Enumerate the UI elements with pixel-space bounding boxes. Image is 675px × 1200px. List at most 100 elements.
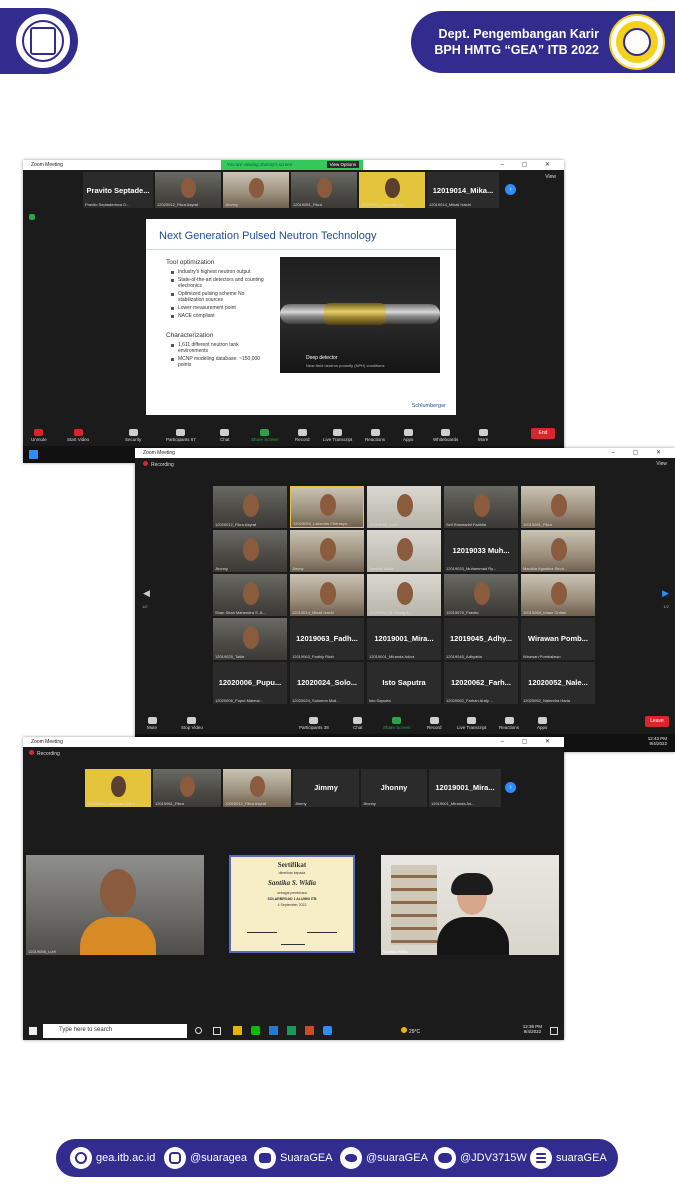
participant-tile[interactable]: Maulida Agustina Siroh... [521, 530, 595, 572]
participant-tile[interactable]: 12020012_Fikra Asyraf [223, 769, 291, 807]
footer-instagram[interactable]: @suaragea [164, 1147, 247, 1169]
participant-big-name: 12019001_Mira... [435, 783, 495, 793]
participant-name: 12020054_Laksmita Ch... [361, 202, 407, 207]
reactions-button[interactable]: Reactions [365, 429, 385, 442]
participant-tile[interactable]: 12019079_Pravito [444, 574, 518, 616]
participant-tile[interactable]: 12020012_Fikra Asyraf [155, 172, 221, 208]
footer-youtube[interactable]: SuaraGEA [254, 1147, 333, 1169]
participant-tile[interactable]: 12019045_Adhy... 12019045_Adhyatta [444, 618, 518, 660]
edge-icon[interactable] [269, 1026, 278, 1035]
cortana-icon[interactable] [195, 1027, 202, 1034]
footer-line[interactable]: @JDV3715W [434, 1147, 527, 1169]
participant-tile[interactable]: Seli Rosmarini Fadhila [444, 486, 518, 528]
stop-video-button[interactable]: Stop Video [181, 717, 203, 730]
participant-tile[interactable]: 12019001_Mira... 12019001_Miranda Adiva [367, 618, 441, 660]
footer-twitter[interactable]: @suaraGEA [340, 1147, 428, 1169]
participant-tile[interactable]: 12020024_Solo... 12020024_Solomon Muli... [290, 662, 364, 704]
participant-tile[interactable]: 12019068_Irfaan Ghifari [521, 574, 595, 616]
header-title-line2: BPH HMTG “GEA” ITB 2022 [434, 43, 599, 57]
participant-tile[interactable]: Shan Shan Mahendra S. A... [213, 574, 287, 616]
record-button[interactable]: Record [427, 717, 442, 730]
zoom-icon[interactable] [323, 1026, 332, 1035]
weather-widget[interactable]: 29°C [401, 1027, 420, 1035]
speaker-video-left[interactable]: 12019056_Lutfi [26, 855, 204, 955]
participant-name: 12020054_Laksmita Chitrasyo... [293, 521, 351, 526]
participant-tile[interactable]: 12019003_M Gilang A... [367, 574, 441, 616]
powerpoint-icon[interactable] [305, 1026, 314, 1035]
chat-button[interactable]: Chat [220, 429, 230, 442]
prev-page-arrow-icon[interactable]: ◀ [143, 588, 150, 599]
slide-bullet: State-of-the-art detectors and counting … [171, 277, 266, 289]
share-screen-button[interactable]: Share Screen [383, 717, 411, 730]
participant-tile[interactable]: 12019056_Lutfi [367, 486, 441, 528]
end-button[interactable]: End [531, 428, 555, 439]
participant-tile[interactable]: 12019081_Fikra [153, 769, 221, 807]
participant-tile[interactable]: 12020054_Laksmita Chitra... [85, 769, 151, 807]
participant-tile[interactable]: 12020006_Pupu... 12020006_Puput Maimai... [213, 662, 287, 704]
participant-tile[interactable]: Santika Widia [367, 530, 441, 572]
whiteboards-button[interactable]: Whiteboards [433, 429, 458, 442]
participant-tile[interactable]: Jhonny [213, 530, 287, 572]
view-options-button[interactable]: View Options [326, 161, 359, 168]
participant-name: 12019068_Irfaan Ghifari [523, 610, 567, 615]
participant-big-name: 12019033 Muh... [452, 545, 510, 555]
next-page-arrow-icon[interactable]: ▶ [662, 588, 669, 599]
notification-icon[interactable] [550, 1027, 558, 1035]
apps-button[interactable]: Apps [537, 717, 547, 730]
more-button[interactable]: More [478, 429, 488, 442]
footer-website[interactable]: gea.itb.ac.id [70, 1147, 155, 1169]
view-button[interactable]: View [656, 461, 667, 467]
footer-spotify[interactable]: suaraGEA [530, 1147, 607, 1169]
reactions-button[interactable]: Reactions [499, 717, 519, 730]
participant-tile[interactable]: 12019025_Taikir [213, 618, 287, 660]
windows-start-icon[interactable] [29, 1027, 37, 1035]
toolbar-label: Unmute [31, 437, 47, 442]
participant-tile[interactable]: 12019001_Mira... 12019001_Miranda Ad... [429, 769, 501, 807]
participant-tile[interactable]: 12019014_Mika... 12019014_Mikail Haidri [427, 172, 499, 208]
record-button[interactable]: Record [295, 429, 310, 442]
apps-button[interactable]: Apps [403, 429, 413, 442]
share-screen-button[interactable]: Share Screen [251, 429, 279, 442]
window-controls[interactable]: – ▢ ✕ [501, 161, 558, 168]
security-button[interactable]: Security [125, 429, 141, 442]
participant-tile[interactable]: Jhonny Jhonny [361, 769, 427, 807]
chat-button[interactable]: Chat [353, 717, 363, 730]
window-controls[interactable]: – ▢ ✕ [612, 449, 669, 456]
participant-tile[interactable]: 12020054_Laksmita Ch... [359, 172, 425, 208]
speaker-video-right[interactable]: Santika Widia [381, 855, 559, 955]
windows-start-icon[interactable] [29, 450, 38, 459]
participant-tile[interactable]: Jimmy [290, 530, 364, 572]
live-transcript-button[interactable]: Live Transcript [457, 717, 486, 730]
participants-button[interactable]: Participants 38 [299, 717, 329, 730]
start-video-button[interactable]: Start Video [67, 429, 89, 442]
participant-tile[interactable]: 12019081_Fikra [291, 172, 357, 208]
unmute-button[interactable]: Unmute [31, 429, 47, 442]
excel-icon[interactable] [287, 1026, 296, 1035]
participant-tile[interactable]: Jimmy Jimmy [293, 769, 359, 807]
participant-tile[interactable]: 12019081_Fikra [521, 486, 595, 528]
participant-tile[interactable]: 12020012_Fikra Asyraf [213, 486, 287, 528]
participant-tile[interactable]: Wirawan Pomb... Wirawan Pombalawo [521, 618, 595, 660]
participant-tile[interactable]: Pravito Septade... Pravito Septaderiova D… [83, 172, 153, 208]
next-page-arrow-icon[interactable]: › [505, 184, 516, 195]
participant-tile[interactable]: 12020052_Nale... 12020052_Nalendra Haria [521, 662, 595, 704]
participant-tile[interactable]: 12019063_Fadh... 12019063_Fadhly Rizki [290, 618, 364, 660]
participant-tile[interactable]: 12019033 Muh... 12019033_Muhammad Ry... [444, 530, 518, 572]
chat-icon [220, 429, 230, 436]
leave-button[interactable]: Leave [645, 716, 669, 727]
participant-tile[interactable]: Jhonny [223, 172, 289, 208]
task-view-icon[interactable] [213, 1027, 221, 1035]
next-page-arrow-icon[interactable]: › [505, 782, 516, 793]
window-controls[interactable]: – ▢ ✕ [501, 738, 558, 745]
line-app-icon[interactable] [251, 1026, 260, 1035]
participants-button[interactable]: Participants 67 [166, 429, 196, 442]
live-transcript-button[interactable]: Live Transcript [323, 429, 352, 442]
participant-tile[interactable]: Isto Saputra Isto Saputra [367, 662, 441, 704]
participant-tile[interactable]: 12019014_Mikail Haidri [290, 574, 364, 616]
mute-button[interactable]: Mute [147, 717, 157, 730]
participant-tile[interactable]: 12020054_Laksmita Chitrasyo... [290, 486, 364, 528]
view-button[interactable]: View [545, 174, 556, 180]
taskbar-search-input[interactable]: Type here to search [43, 1024, 187, 1038]
participant-tile[interactable]: 12020062_Farh... 12020062_Farhan Arafy ..… [444, 662, 518, 704]
file-explorer-icon[interactable] [233, 1026, 242, 1035]
